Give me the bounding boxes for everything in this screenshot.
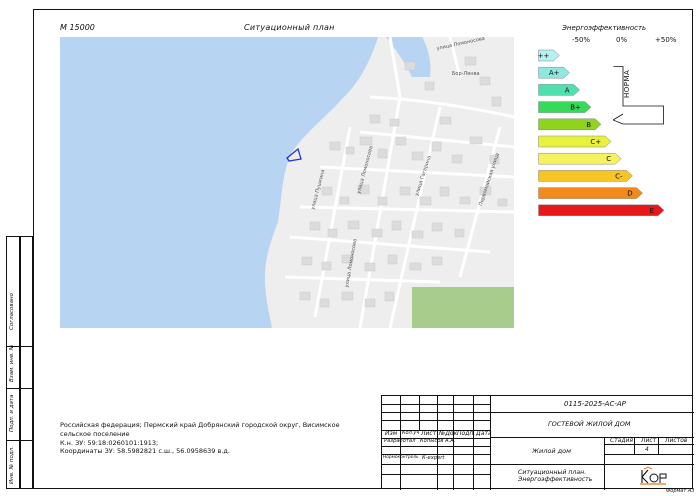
energy-class-bplus: B+ xyxy=(538,101,592,113)
energy-class-e: E xyxy=(538,204,665,217)
name-normcontrol: К-expert xyxy=(422,455,445,461)
energy-class-label: B+ xyxy=(570,104,581,112)
sheet-header: Лист xyxy=(641,437,657,444)
energy-axis: -50% 0% +50% xyxy=(560,36,690,46)
sign-date-label: Подп. и дата xyxy=(9,394,15,432)
cadastral-number: К.н. ЗУ: 59:18:0260101:1913; xyxy=(60,438,159,447)
energy-class-label: A++ xyxy=(538,52,550,60)
stage-header: Стадия xyxy=(610,437,634,444)
role-normcontrol: Нормоконтроль xyxy=(383,455,419,460)
hdr-izm: Изм xyxy=(385,430,398,437)
norm-arrow-shape xyxy=(612,66,664,125)
energy-class-cminus: C- xyxy=(538,170,633,182)
energy-class-b: B xyxy=(538,118,602,131)
energy-class-label: A xyxy=(565,86,570,94)
doc-code: 0115-2025-АС-АР xyxy=(564,400,626,408)
name-developer: Копысов А.А. xyxy=(420,438,456,444)
energy-class-aplus: A+ xyxy=(538,66,570,79)
scale-label: М 15000 xyxy=(60,23,95,32)
energy-class-label: A+ xyxy=(549,69,560,77)
format-label: Формат А3 xyxy=(666,488,695,494)
axis-zero: 0% xyxy=(616,36,628,44)
logo-mark xyxy=(640,466,667,485)
energy-class-label: C+ xyxy=(590,138,601,146)
sheet-number: 4 xyxy=(645,446,649,453)
title-block: Изм Кол.уч Лист №Док Подп. Дата Разработ… xyxy=(381,395,694,490)
energy-class-cplus: C+ xyxy=(538,135,612,148)
coordinates: Координаты ЗУ: 58.5982821 с.ш., 56.09586… xyxy=(60,447,230,456)
hdr-doc: №Док xyxy=(439,430,458,437)
energy-class-label: E xyxy=(650,207,654,215)
street-label: Бор-Ленва xyxy=(452,71,480,77)
energy-class-c: C xyxy=(538,152,622,165)
norm-label: НОРМА xyxy=(623,69,631,98)
sheet-title: Ситуационный план. Энергоэффективность xyxy=(518,469,593,484)
project-name: ГОСТЕВОЙ ЖИЛОЙ ДОМ xyxy=(548,420,631,428)
axis-plus: +50% xyxy=(655,36,677,44)
replaced-label: Взам. инв. № xyxy=(9,344,15,382)
address-block: Российская федерация; Пермский край Добр… xyxy=(60,421,360,456)
hdr-kol: Кол.уч xyxy=(402,430,420,436)
energy-class-d: D xyxy=(538,187,643,199)
energy-class-label: C xyxy=(606,155,611,163)
role-developer: Разработал xyxy=(384,438,416,444)
address-line-1: Российская федерация; Пермский край Добр… xyxy=(60,421,340,438)
map-graphic xyxy=(60,37,514,328)
energy-title: Энергоэффективность xyxy=(562,24,647,32)
sheets-header: Листов xyxy=(665,437,688,444)
energy-class-a: A xyxy=(538,84,580,96)
energy-class-label: C- xyxy=(615,172,623,180)
hdr-list: Лист xyxy=(421,430,437,437)
situation-map: улица Ломоносова Бор-Ленва улица Пушкина… xyxy=(60,37,514,328)
inv-label: Инв. № подл. xyxy=(9,446,15,484)
company-logo xyxy=(638,466,668,486)
axis-minus: -50% xyxy=(572,36,591,44)
hdr-date: Дата xyxy=(476,430,492,437)
energy-class-label: B xyxy=(586,121,591,129)
norm-box: НОРМА xyxy=(612,66,664,129)
approved-label: Согласовано xyxy=(9,293,15,330)
plan-title: Ситуационный план xyxy=(244,23,335,32)
hdr-sign: Подп. xyxy=(457,430,476,437)
energy-class-label: D xyxy=(627,190,632,198)
object-name: Жилой дом xyxy=(532,447,572,455)
energy-class-aplus+: A++ xyxy=(533,49,560,62)
